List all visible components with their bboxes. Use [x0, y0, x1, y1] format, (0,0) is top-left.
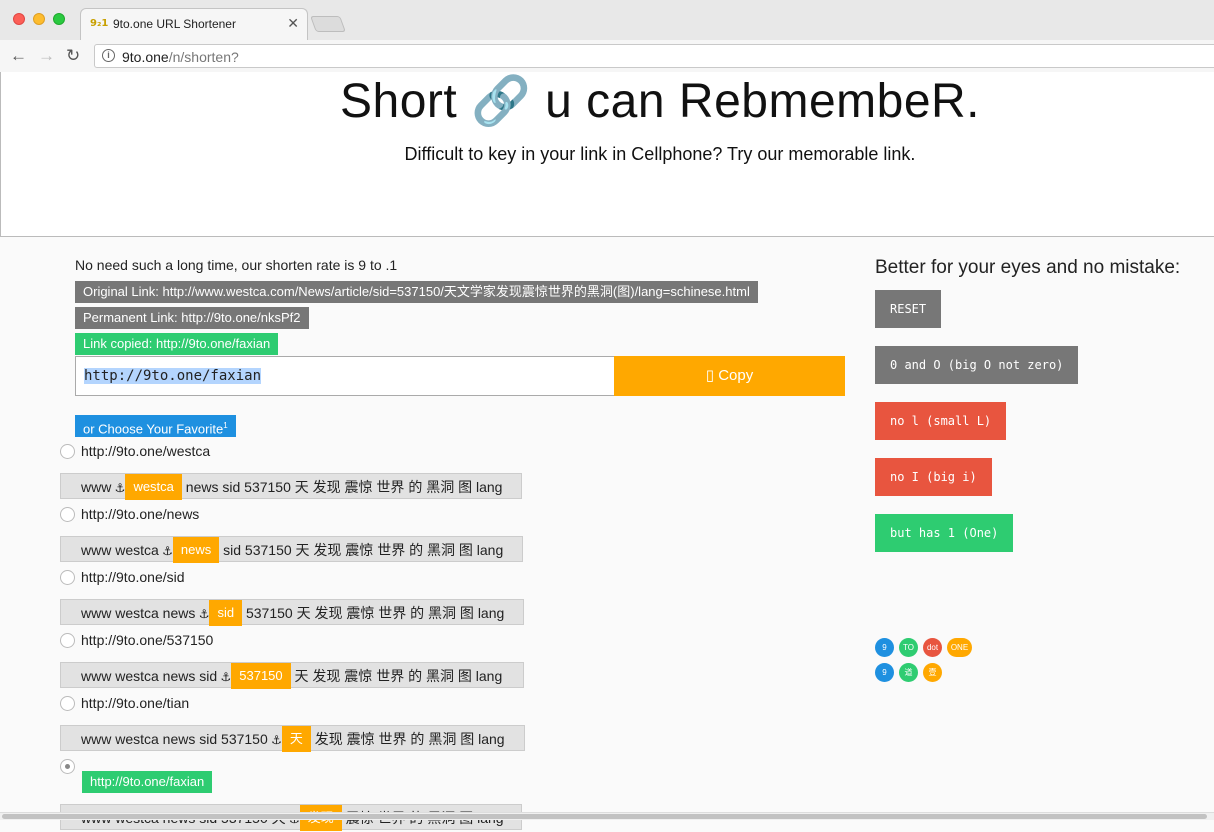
scrollbar-thumb[interactable]: [2, 814, 1207, 819]
info-icon[interactable]: i: [102, 49, 115, 62]
option-url-label[interactable]: http://9to.one/faxian: [82, 771, 213, 793]
new-tab-button[interactable]: [310, 16, 346, 32]
word-after: 天 发现 震惊 世界 的 黑洞 图 lang: [294, 668, 503, 684]
word-highlight[interactable]: 天: [281, 726, 311, 752]
option-word-bar: www westca news ⚓ sid 537150 天 发现 震惊 世界 的…: [60, 599, 524, 626]
option-radio[interactable]: [60, 444, 75, 459]
clipboard-icon: ▯: [705, 367, 715, 384]
sidebar-heading: Better for your eyes and no mistake:: [875, 257, 1181, 278]
minimize-window-button[interactable]: [33, 13, 45, 25]
reload-icon[interactable]: ↻: [66, 46, 80, 66]
word-after: sid 537150 天 发现 震惊 世界 的 黑洞 图 lang: [223, 542, 504, 558]
anchor-icon: ⚓: [217, 670, 232, 684]
logo-dot-dot: dot: [923, 638, 942, 657]
option-radio[interactable]: [60, 759, 75, 774]
reset-button[interactable]: RESET: [875, 290, 942, 328]
option-url-label[interactable]: http://9to.one/news: [81, 506, 199, 522]
option-radio[interactable]: [60, 633, 75, 648]
logo-dot-yi: 壹: [923, 663, 942, 682]
copy-button[interactable]: ▯ Copy: [614, 356, 845, 396]
choose-favorite-sup: 1: [223, 421, 228, 430]
word-before: www westca news sid 537150: [81, 731, 268, 747]
page-title: Short 🔗 u can RebmembeR.: [339, 75, 981, 128]
option-radio[interactable]: [60, 507, 75, 522]
anchor-icon: ⚓: [111, 481, 126, 495]
browser-chrome: 9₂1 9to.one URL Shortener ✕ ← → ↻ i 9to.…: [0, 0, 1214, 72]
logo-dot-to: TO: [899, 638, 918, 657]
hero-section: Short 🔗 u can RebmembeR. Difficult to ke…: [0, 72, 1214, 237]
intro-text: No need such a long time, our shorten ra…: [75, 257, 398, 273]
maximize-window-button[interactable]: [53, 13, 65, 25]
word-highlight[interactable]: 537150: [231, 663, 291, 689]
close-tab-icon[interactable]: ✕: [287, 15, 299, 32]
word-highlight[interactable]: sid: [209, 600, 243, 626]
url-text: 9to.one/n/shorten?: [122, 49, 239, 65]
browser-toolbar: ← → ↻ i 9to.one/n/shorten?: [0, 40, 1214, 72]
short-link-input[interactable]: http://9to.one/faxian: [75, 356, 615, 396]
has-one-button[interactable]: but has 1 (One): [875, 514, 1014, 552]
anchor-icon: ⚓: [158, 544, 173, 558]
word-after: 发现 震惊 世界 的 黑洞 图 lang: [314, 731, 505, 747]
option-word-bar: www westca news sid 537150 ⚓ 天 发现 震惊 世界 的…: [60, 725, 525, 752]
page-subtitle: Difficult to key in your link in Cellpho…: [404, 144, 916, 164]
word-before: www westca news sid: [81, 668, 218, 684]
option-word-bar: www ⚓ westca news sid 537150 天 发现 震惊 世界 的…: [60, 473, 522, 500]
option-url-label[interactable]: http://9to.one/537150: [81, 632, 213, 648]
word-before: www: [81, 479, 112, 495]
anchor-icon: ⚓: [267, 733, 282, 747]
copy-label: Copy: [718, 367, 754, 384]
option-word-bar: www westca news sid ⚓ 537150 天 发现 震惊 世界 的…: [60, 662, 524, 689]
original-link-label: Original Link: http://www.westca.com/New…: [75, 281, 758, 303]
choose-favorite-button[interactable]: or Choose Your Favorite1: [75, 415, 236, 437]
logo-dot-9-cn: 9: [875, 663, 894, 682]
tab-title: 9to.one URL Shortener: [113, 17, 236, 31]
anchor-icon: ⚓: [195, 607, 210, 621]
zero-and-o-button[interactable]: 0 and O (big O not zero): [875, 346, 1079, 384]
short-link-value: http://9to.one/faxian: [84, 368, 262, 384]
word-after: 537150 天 发现 震惊 世界 的 黑洞 图 lang: [245, 605, 505, 621]
close-window-button[interactable]: [13, 13, 25, 25]
logo-dot-dao: 道: [899, 663, 918, 682]
favicon-icon: 9₂1: [90, 18, 109, 29]
permanent-link-label: Permanent Link: http://9to.one/nksPf2: [75, 307, 309, 329]
logo-dot-one: ONE: [947, 638, 972, 657]
no-big-i-button[interactable]: no I (big i): [875, 458, 992, 496]
option-url-label[interactable]: http://9to.one/sid: [81, 569, 185, 585]
word-highlight[interactable]: news: [172, 537, 220, 563]
option-radio[interactable]: [60, 570, 75, 585]
no-small-l-button[interactable]: no l (small L): [875, 402, 1007, 440]
word-highlight[interactable]: westca: [125, 474, 182, 500]
forward-arrow-icon[interactable]: →: [38, 46, 55, 66]
address-bar[interactable]: i 9to.one/n/shorten?: [94, 44, 1214, 68]
word-before: www westca news: [81, 605, 196, 621]
option-url-label[interactable]: http://9to.one/tian: [81, 695, 189, 711]
copied-link-label: Link copied: http://9to.one/faxian: [75, 333, 279, 355]
horizontal-scrollbar[interactable]: [0, 812, 1214, 820]
option-word-bar: www westca ⚓ news sid 537150 天 发现 震惊 世界 的…: [60, 536, 523, 563]
option-url-label[interactable]: http://9to.one/westca: [81, 443, 210, 459]
word-after: news sid 537150 天 发现 震惊 世界 的 黑洞 图 lang: [185, 479, 503, 495]
choose-favorite-label: or Choose Your Favorite: [83, 421, 224, 437]
option-radio[interactable]: [60, 696, 75, 711]
logo-dot-9: 9: [875, 638, 894, 657]
browser-tab[interactable]: 9₂1 9to.one URL Shortener ✕: [80, 8, 308, 40]
word-before: www westca: [81, 542, 159, 558]
back-arrow-icon[interactable]: ←: [10, 46, 27, 66]
